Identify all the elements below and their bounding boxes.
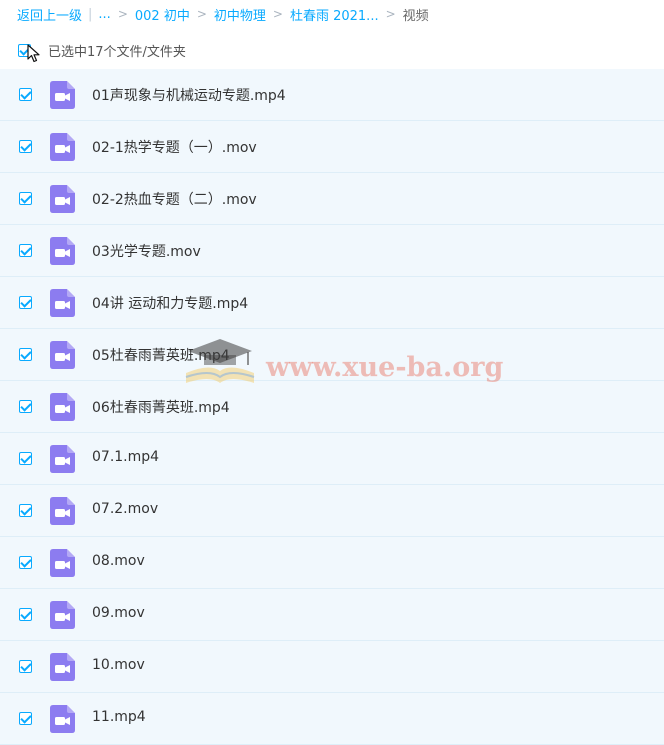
video-file-icon — [50, 445, 75, 473]
file-name[interactable]: 01声现象与机械运动专题.mp4 — [92, 85, 286, 105]
selection-count-label: 已选中17个文件/文件夹 — [48, 44, 186, 60]
video-file-icon — [50, 81, 75, 109]
video-file-icon — [50, 133, 75, 161]
file-name[interactable]: 07.2.mov — [92, 501, 158, 517]
row-checkbox[interactable] — [19, 660, 32, 673]
row-checkbox[interactable] — [19, 504, 32, 517]
breadcrumb-divider: | — [88, 6, 93, 22]
row-checkbox[interactable] — [19, 712, 32, 725]
row-checkbox[interactable] — [19, 452, 32, 465]
file-name[interactable]: 07.1.mp4 — [92, 449, 159, 465]
file-name[interactable]: 11.mp4 — [92, 709, 146, 725]
row-checkbox[interactable] — [19, 608, 32, 621]
file-row[interactable]: 02-2热血专题（二）.mov — [0, 173, 664, 225]
breadcrumb-current: 视频 — [402, 8, 429, 24]
video-file-icon — [50, 653, 75, 681]
breadcrumb: 返回上一级 | ... > 002 初中 > 初中物理 > 杜春雨 2021..… — [17, 4, 429, 24]
back-link[interactable]: 返回上一级 — [17, 5, 82, 24]
file-row[interactable]: 07.2.mov — [0, 485, 664, 537]
file-name[interactable]: 05杜春雨菁英班.mp4 — [92, 345, 230, 365]
video-file-icon — [50, 289, 75, 317]
select-all-checkbox[interactable] — [18, 43, 31, 57]
file-row[interactable]: 08.mov — [0, 537, 664, 589]
row-checkbox[interactable] — [19, 192, 32, 205]
file-name[interactable]: 04讲 运动和力专题.mp4 — [92, 293, 248, 313]
file-name[interactable]: 02-2热血专题（二）.mov — [92, 189, 257, 209]
selection-bar: 已选中17个文件/文件夹 — [18, 40, 186, 63]
row-checkbox[interactable] — [19, 348, 32, 361]
chevron-right-icon: > — [385, 7, 396, 21]
file-name[interactable]: 09.mov — [92, 605, 145, 621]
video-file-icon — [50, 549, 75, 577]
file-row[interactable]: 02-1热学专题（一）.mov — [0, 121, 664, 173]
chevron-right-icon: > — [272, 7, 283, 21]
file-name[interactable]: 08.mov — [92, 553, 145, 569]
file-name[interactable]: 03光学专题.mov — [92, 241, 201, 261]
row-checkbox[interactable] — [19, 88, 32, 101]
file-name[interactable]: 06杜春雨菁英班.mp4 — [92, 397, 230, 417]
breadcrumb-item[interactable]: 杜春雨 2021... — [290, 5, 379, 24]
file-row[interactable]: 11.mp4 — [0, 693, 664, 745]
row-checkbox[interactable] — [19, 244, 32, 257]
file-name[interactable]: 10.mov — [92, 657, 145, 673]
breadcrumb-ellipsis[interactable]: ... — [98, 7, 110, 22]
chevron-right-icon: > — [196, 7, 207, 21]
row-checkbox[interactable] — [19, 140, 32, 153]
breadcrumb-item[interactable]: 初中物理 — [214, 5, 266, 24]
row-checkbox[interactable] — [19, 400, 32, 413]
video-file-icon — [50, 601, 75, 629]
breadcrumb-item[interactable]: 002 初中 — [135, 5, 190, 24]
row-checkbox[interactable] — [19, 556, 32, 569]
file-row[interactable]: 05杜春雨菁英班.mp4 — [0, 329, 664, 381]
row-checkbox[interactable] — [19, 296, 32, 309]
video-file-icon — [50, 393, 75, 421]
file-list: 01声现象与机械运动专题.mp4 02-1热学专题（一）.mov 02-2热血专题（… — [0, 69, 664, 745]
file-row[interactable]: 09.mov — [0, 589, 664, 641]
file-row[interactable]: 06杜春雨菁英班.mp4 — [0, 381, 664, 433]
file-row[interactable]: 10.mov — [0, 641, 664, 693]
video-file-icon — [50, 341, 75, 369]
file-row[interactable]: 07.1.mp4 — [0, 433, 664, 485]
file-name[interactable]: 02-1热学专题（一）.mov — [92, 137, 257, 157]
video-file-icon — [50, 497, 75, 525]
file-row[interactable]: 01声现象与机械运动专题.mp4 — [0, 69, 664, 121]
file-row[interactable]: 04讲 运动和力专题.mp4 — [0, 277, 664, 329]
chevron-right-icon: > — [117, 7, 128, 21]
video-file-icon — [50, 237, 75, 265]
file-row[interactable]: 03光学专题.mov — [0, 225, 664, 277]
video-file-icon — [50, 185, 75, 213]
